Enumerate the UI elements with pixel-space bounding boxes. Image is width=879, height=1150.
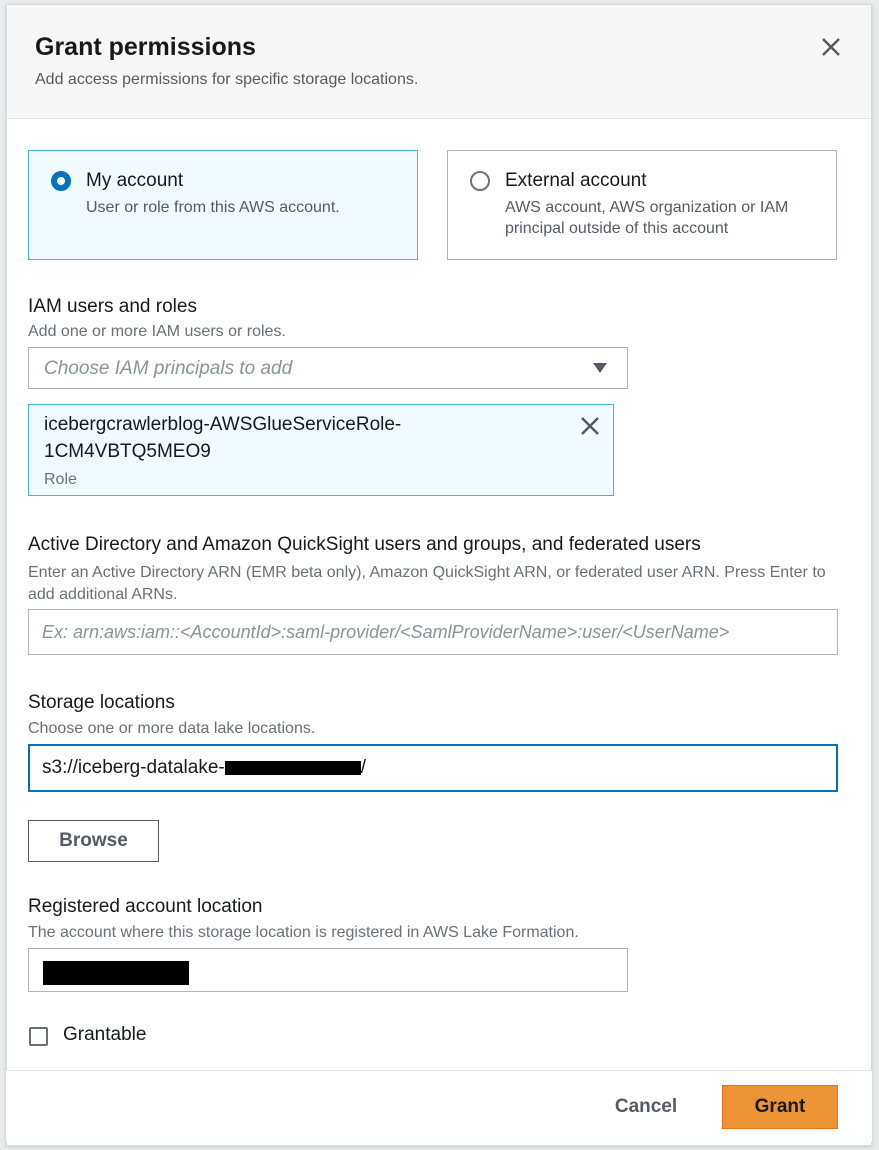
my-account-tile[interactable]: My account User or role from this AWS ac…	[28, 150, 418, 260]
grantable-checkbox[interactable]	[29, 1027, 48, 1046]
token-name-line1: icebergcrawlerblog-AWSGlueServiceRole-	[44, 414, 402, 435]
external-account-tile[interactable]: External account AWS account, AWS organi…	[447, 150, 837, 260]
dialog-title: Grant permissions	[35, 33, 256, 61]
dialog-subtitle: Add access permissions for specific stor…	[35, 71, 419, 88]
grantable-label: Grantable	[63, 1024, 147, 1045]
cancel-button[interactable]: Cancel	[596, 1086, 696, 1128]
redacted-block	[224, 760, 361, 775]
close-button[interactable]	[819, 35, 843, 59]
iam-role-token: icebergcrawlerblog-AWSGlueServiceRole- 1…	[28, 404, 614, 496]
external-account-radio[interactable]	[470, 171, 490, 191]
external-account-label: External account	[505, 170, 647, 191]
storage-locations-label: Storage locations	[28, 692, 175, 713]
iam-section-description: Add one or more IAM users or roles.	[28, 323, 286, 340]
storage-locations-description: Choose one or more data lake locations.	[28, 720, 316, 737]
registered-location-description: The account where this storage location …	[28, 924, 579, 941]
registered-location-label: Registered account location	[28, 896, 263, 917]
token-name-line2: 1CM4VBTQ5MEO9	[44, 441, 211, 462]
active-directory-label: Active Directory and Amazon QuickSight u…	[28, 534, 701, 555]
token-type: Role	[44, 471, 77, 488]
my-account-radio[interactable]	[51, 171, 71, 191]
grant-button[interactable]: Grant	[722, 1085, 838, 1129]
iam-section-label: IAM users and roles	[28, 296, 197, 317]
my-account-description: User or role from this AWS account.	[86, 199, 340, 216]
redacted-account-id	[43, 961, 189, 985]
close-icon	[822, 38, 840, 56]
remove-token-button[interactable]	[579, 415, 601, 437]
dialog-header: Grant permissions Add access permissions…	[7, 5, 871, 119]
storage-location-input[interactable]: s3://iceberg-datalake- /	[28, 744, 838, 792]
storage-location-value: s3://iceberg-datalake- /	[42, 757, 366, 778]
iam-principals-select[interactable]: Choose IAM principals to add	[28, 347, 628, 389]
registered-account-field[interactable]	[28, 948, 628, 992]
my-account-label: My account	[86, 170, 184, 191]
iam-select-placeholder: Choose IAM principals to add	[44, 358, 293, 379]
external-account-description: AWS account, AWS organization or IAM pri…	[505, 199, 789, 237]
caret-down-icon	[593, 363, 607, 373]
arn-input-placeholder: Ex: arn:aws:iam::<AccountId>:saml-provid…	[42, 622, 730, 642]
arn-input[interactable]: Ex: arn:aws:iam::<AccountId>:saml-provid…	[28, 609, 838, 655]
browse-button[interactable]: Browse	[28, 820, 159, 862]
active-directory-description: Enter an Active Directory ARN (EMR beta …	[28, 564, 826, 603]
close-icon	[581, 417, 599, 435]
